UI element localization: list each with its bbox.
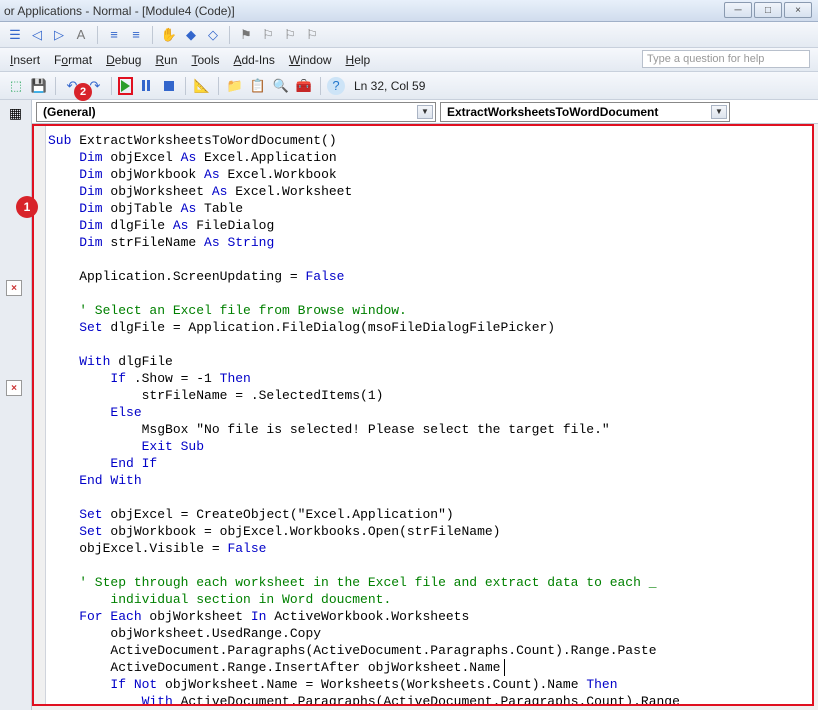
- dropdown-arrow-icon[interactable]: ▼: [417, 105, 433, 119]
- menu-tools[interactable]: Tools: [191, 53, 219, 67]
- left-toolbox: × ×: [6, 280, 22, 396]
- object-browser-icon[interactable]: 🔍: [271, 76, 291, 96]
- menu-addins[interactable]: Add-Ins: [233, 53, 274, 67]
- separator: [320, 77, 321, 95]
- toolbar-debug: ⬚ 💾 ↶ ↷ 📐 📁 📋 🔍 🧰 ? Ln 32, Col 59: [0, 72, 818, 100]
- procedure-dropdown[interactable]: ExtractWorksheetsToWordDocument ▼: [440, 102, 730, 122]
- bookmark-toggle-icon[interactable]: ◆: [182, 26, 200, 44]
- indent-icon[interactable]: ▷: [50, 26, 68, 44]
- font-icon[interactable]: A: [72, 26, 90, 44]
- window-title: or Applications - Normal - [Module4 (Cod…: [4, 4, 235, 18]
- play-icon: [121, 80, 130, 92]
- separator: [111, 77, 112, 95]
- indent-block-icon[interactable]: ≡: [127, 26, 145, 44]
- close-button[interactable]: ×: [784, 2, 812, 18]
- separator: [152, 26, 153, 44]
- close-pane-icon[interactable]: ×: [6, 280, 22, 296]
- help-icon[interactable]: ?: [327, 77, 345, 95]
- annotation-badge-1: 1: [16, 196, 38, 218]
- procedure-dropdown-value: ExtractWorksheetsToWordDocument: [447, 105, 658, 119]
- code-editor[interactable]: Sub ExtractWorksheetsToWordDocument() Di…: [32, 124, 814, 706]
- help-search-input[interactable]: Type a question for help: [642, 50, 810, 68]
- menu-format[interactable]: Format: [54, 53, 92, 67]
- pause-icon: [142, 80, 150, 91]
- menu-window[interactable]: Window: [289, 53, 332, 67]
- stop-button[interactable]: [159, 76, 179, 96]
- separator: [185, 77, 186, 95]
- window-controls: ─ □ ×: [724, 2, 812, 18]
- menu-insert[interactable]: Insert: [10, 53, 40, 67]
- stop-icon: [164, 81, 174, 91]
- separator: [97, 26, 98, 44]
- tool-b-icon[interactable]: ⚐: [259, 26, 277, 44]
- bookmark-next-icon[interactable]: ◇: [204, 26, 222, 44]
- separator: [229, 26, 230, 44]
- hand-icon[interactable]: ✋: [160, 26, 178, 44]
- tool-a-icon[interactable]: ⚑: [237, 26, 255, 44]
- menu-run[interactable]: Run: [155, 53, 177, 67]
- separator: [55, 77, 56, 95]
- annotation-badge-2: 2: [74, 83, 92, 101]
- tool-d-icon[interactable]: ⚐: [303, 26, 321, 44]
- code-text[interactable]: Sub ExtractWorksheetsToWordDocument() Di…: [48, 132, 806, 698]
- maximize-button[interactable]: □: [754, 2, 782, 18]
- dedent-block-icon[interactable]: ≡: [105, 26, 123, 44]
- run-button[interactable]: [118, 77, 133, 95]
- menu-help[interactable]: Help: [346, 53, 371, 67]
- gutter-icon[interactable]: ▦: [7, 104, 25, 122]
- toolbar-text: ☰ ◁ ▷ A ≡ ≡ ✋ ◆ ◇ ⚑ ⚐ ⚐ ⚐: [0, 22, 818, 48]
- dropdown-arrow-icon[interactable]: ▼: [711, 105, 727, 119]
- save-icon[interactable]: 💾: [29, 76, 49, 96]
- project-icon[interactable]: ⬚: [6, 76, 26, 96]
- title-bar: or Applications - Normal - [Module4 (Cod…: [0, 0, 818, 22]
- outdent-icon[interactable]: ◁: [28, 26, 46, 44]
- minimize-button[interactable]: ─: [724, 2, 752, 18]
- project-explorer-icon[interactable]: 📁: [225, 76, 245, 96]
- object-dropdown-value: (General): [43, 105, 96, 119]
- object-dropdown[interactable]: (General) ▼: [36, 102, 436, 122]
- pause-button[interactable]: [136, 76, 156, 96]
- left-gutter: ▦: [0, 100, 32, 710]
- object-procedure-row: (General) ▼ ExtractWorksheetsToWordDocum…: [32, 100, 818, 124]
- properties-icon[interactable]: 📋: [248, 76, 268, 96]
- separator: [218, 77, 219, 95]
- toolbox-icon[interactable]: 🧰: [294, 76, 314, 96]
- cursor-position: Ln 32, Col 59: [354, 79, 425, 93]
- close-pane-icon[interactable]: ×: [6, 380, 22, 396]
- tool-c-icon[interactable]: ⚐: [281, 26, 299, 44]
- design-mode-icon[interactable]: 📐: [192, 76, 212, 96]
- menu-debug[interactable]: Debug: [106, 53, 141, 67]
- list-icon[interactable]: ☰: [6, 26, 24, 44]
